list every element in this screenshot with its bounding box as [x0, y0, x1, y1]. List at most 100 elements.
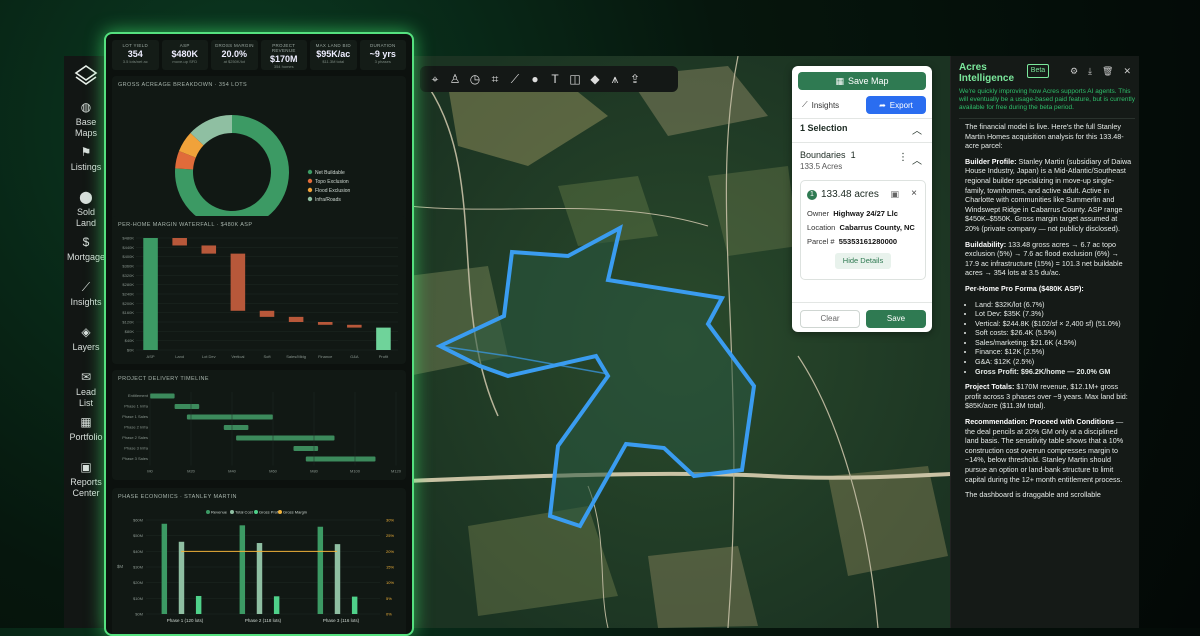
- timeline-bar: [186, 414, 273, 420]
- phase-bar: [178, 541, 185, 614]
- y-tick-label: $320K: [122, 273, 134, 278]
- timeline-bar: [305, 456, 376, 462]
- y-tick-label: Entitlement: [128, 393, 149, 398]
- kpi-value: $480K: [171, 49, 199, 59]
- y2-tick-label: 10%: [386, 580, 394, 585]
- pin-icon[interactable]: ●: [528, 72, 542, 86]
- kpi-value: 20.0%: [221, 49, 248, 59]
- download-icon[interactable]: ⤓: [1088, 66, 1092, 77]
- financial-dashboard[interactable]: LOT YIELD 354 3.5 lots/net ac ASP $480K move-…: [104, 32, 414, 636]
- export-button[interactable]: ➦ Export: [866, 96, 926, 114]
- proforma-list: Land: $32K/lot (6.7%)Lot Dev: $35K (7.3%…: [965, 300, 1133, 377]
- chevron-up-icon[interactable]: ︿: [912, 122, 922, 137]
- waterfall-title: PER-HOME MARGIN WATERFALL · $480K ASP: [118, 222, 253, 228]
- proforma-item: Lot Dev: $35K (7.3%): [975, 309, 1133, 319]
- proforma-item: G&A: $12K (2.5%): [975, 357, 1133, 367]
- clock-icon[interactable]: ◷: [468, 72, 482, 86]
- crop-icon[interactable]: ⌗: [488, 72, 502, 86]
- sidebar-item-label: Layers: [72, 342, 100, 352]
- more-options-icon[interactable]: ⋮: [898, 152, 908, 163]
- y2-tick-label: 20%: [386, 549, 394, 554]
- y-tick-label: $280K: [122, 282, 134, 287]
- line-icon[interactable]: ⟋: [508, 72, 522, 86]
- legend-swatch: [307, 169, 313, 175]
- sidebar-item-listings[interactable]: ⚑ Listings: [64, 145, 108, 173]
- kpi-label: $11.3M total: [322, 59, 345, 64]
- sidebar-item-mortgage[interactable]: $ Mortgage: [64, 235, 108, 263]
- y-tick-label: $80K: [125, 329, 135, 334]
- donut-slice: [179, 132, 204, 159]
- chevron-up-icon[interactable]: ︿: [912, 152, 922, 167]
- ai-message: The financial model is live. Here's the …: [965, 122, 1133, 506]
- kpi-value: 354: [127, 49, 143, 59]
- waterfall-bar: [143, 238, 158, 350]
- save-button[interactable]: Save: [866, 310, 926, 328]
- donut-slice: [175, 151, 196, 170]
- pin-icon: ⬤: [79, 190, 93, 204]
- clear-button[interactable]: Clear: [800, 310, 860, 328]
- gear-icon[interactable]: ⚙: [1070, 66, 1078, 77]
- phase-bar: [334, 544, 341, 614]
- kpi-card: DURATION ~9 yrs 3 phases: [359, 40, 406, 70]
- legend-swatch: [307, 178, 313, 184]
- y2-tick-label: 30%: [386, 518, 394, 523]
- waterfall-bar: [201, 245, 217, 254]
- acres-logo-icon[interactable]: [74, 64, 98, 88]
- kpi-value: $170M: [269, 54, 298, 64]
- phase-bar: [273, 596, 280, 614]
- sidebar-item-base[interactable]: ◍ Base Maps: [64, 100, 108, 139]
- boundaries-header[interactable]: Boundaries 1 133.5 Acres: [800, 150, 856, 171]
- sidebar-item-reports[interactable]: ▣ Reports Center: [64, 460, 108, 499]
- upload-icon[interactable]: ⇪: [628, 72, 642, 86]
- proforma-item: Finance: $12K (2.5%): [975, 347, 1133, 357]
- x-tick-label: G&A: [350, 354, 359, 359]
- selection-title: 1 Selection: [800, 123, 848, 133]
- sidebar-item-lead[interactable]: ✉ Lead List: [64, 370, 108, 409]
- sidebar-item-sold[interactable]: ⬤ Sold Land: [64, 190, 108, 229]
- sidebar-item-portfolio[interactable]: ▦ Portfolio: [64, 415, 108, 443]
- kpi-label: PROJECT REVENUE: [271, 43, 296, 53]
- cursor-icon[interactable]: ⌖: [428, 72, 442, 86]
- x-tick-label: Phase 2 (118 lots): [245, 618, 282, 623]
- timeline-bar: [236, 435, 335, 441]
- y-tick-label: $440K: [122, 245, 134, 250]
- y-tick-label: $360K: [122, 264, 134, 269]
- insights-button[interactable]: ⟋ Insights: [802, 96, 858, 114]
- measure-icon[interactable]: ⩚: [608, 72, 622, 86]
- kpi-row: LOT YIELD 354 3.5 lots/net ac ASP $480K move-…: [112, 40, 406, 70]
- phase-chart: Revenue Total Cost Gross Profit Gross Margi…: [117, 510, 395, 624]
- sidebar-item-layers[interactable]: ◈ Layers: [64, 325, 108, 353]
- y-tick-label: Phase 3 Infra: [124, 446, 149, 451]
- hide-details-button[interactable]: Hide Details: [835, 253, 891, 269]
- close-icon[interactable]: ✕: [1123, 66, 1131, 77]
- x-tick-label: M0: [147, 469, 153, 474]
- save-map-button[interactable]: ▦ Save Map: [798, 72, 926, 90]
- x-tick-label: Land: [175, 354, 184, 359]
- waterfall-chart: $0K $40K $80K $120K $160K $200K $240K $280K $320…: [122, 236, 398, 359]
- legend-entry: Gross Margin: [283, 510, 307, 515]
- waterfall-bar: [347, 324, 362, 328]
- kpi-value: $95K/ac: [316, 49, 351, 59]
- x-tick-label: Soft: [263, 354, 271, 359]
- text-icon[interactable]: T: [548, 72, 562, 86]
- person-icon[interactable]: ♙: [448, 72, 462, 86]
- x-tick-label: Profit: [379, 354, 389, 359]
- phase-bar: [317, 526, 324, 614]
- field-patch: [828, 466, 948, 576]
- sidebar-item-insights[interactable]: ⟋ Insights: [64, 280, 108, 308]
- ai-title: Acres Intelligence: [959, 62, 1015, 84]
- x-tick-label: M40: [228, 469, 237, 474]
- close-icon[interactable]: ×: [911, 188, 917, 199]
- image-icon[interactable]: ▣: [890, 189, 899, 200]
- briefcase-icon: ▣: [80, 460, 92, 474]
- beta-badge: Beta: [1027, 64, 1049, 78]
- timeline-chart: Entitlement Phase 1 Infra Phase 1 Sales Pha…: [122, 392, 402, 474]
- ruler-icon[interactable]: ◆: [588, 72, 602, 86]
- trash-icon[interactable]: 🗑: [1102, 66, 1113, 77]
- y-tick-label: $20M: [133, 580, 143, 585]
- x-tick-label: Phase 1 (120 lots): [167, 618, 204, 623]
- map-toolbar: ⌖ ♙ ◷ ⌗ ⟋ ● T ◫ ◆ ⩚ ⇪: [420, 66, 678, 92]
- kpi-label: at $250K/lot: [223, 59, 245, 64]
- left-sidebar: ◍ Base Maps ⚑ Listings ⬤ Sold Land $ Mortgage ⟋ Ins…: [64, 56, 109, 628]
- shape-icon[interactable]: ◫: [568, 72, 582, 86]
